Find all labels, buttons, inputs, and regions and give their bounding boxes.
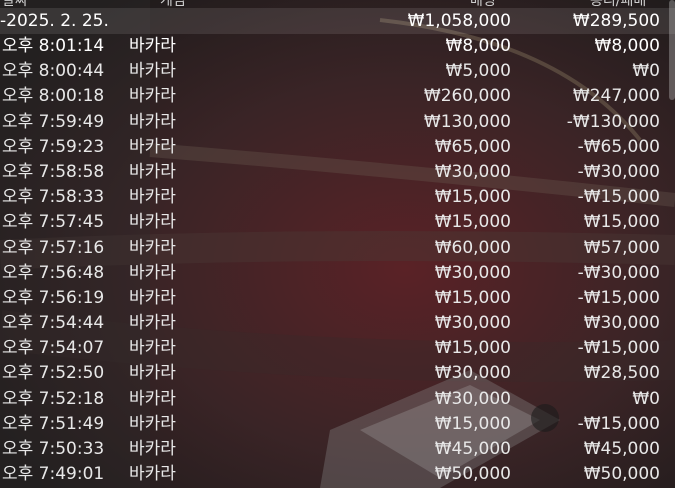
date-group-result-total: ₩289,500 [572,11,660,31]
table-row[interactable]: 오후 7:49:01 바카라 ₩50,000 ₩50,000 [0,462,675,487]
table-row[interactable]: 오후 7:56:48 바카라 ₩30,000 -₩30,000 [0,261,675,286]
row-time: 오후 7:51:49 [2,413,105,434]
row-time: 오후 7:52:50 [2,363,105,384]
row-time: 오후 7:57:16 [2,237,105,258]
row-result: -₩15,000 [577,413,660,434]
table-row[interactable]: 오후 7:50:33 바카라 ₩45,000 ₩45,000 [0,437,675,462]
bet-history-panel: 날짜 게임 배팅 승리/패배 -2025. 2. 25. ₩1,058,000 … [0,0,675,488]
row-time: 오후 8:01:14 [2,36,105,56]
row-result: ₩247,000 [572,86,660,107]
row-result: ₩28,500 [583,363,660,384]
row-result: ₩0 [632,388,660,409]
row-result: ₩0 [632,61,660,82]
row-game: 바카라 [129,363,176,384]
history-list: 오후 8:01:14 바카라 ₩8,000 ₩8,000 오후 8:00:44 바카라 ₩… [0,34,675,487]
table-row[interactable]: 오후 7:52:50 바카라 ₩30,000 ₩28,500 [0,361,675,386]
table-row[interactable]: 오후 7:57:16 바카라 ₩60,000 ₩57,000 [0,236,675,261]
row-time: 오후 7:59:23 [2,136,105,157]
row-game: 바카라 [129,388,176,409]
row-bet: ₩15,000 [434,413,511,434]
row-time: 오후 7:56:19 [2,287,105,308]
row-time: 오후 8:00:44 [2,61,105,82]
row-result: ₩15,000 [583,212,660,233]
row-bet: ₩65,000 [434,136,511,157]
row-result: ₩8,000 [594,36,660,56]
table-row[interactable]: 오후 7:58:58 바카라 ₩30,000 -₩30,000 [0,160,675,185]
row-bet: ₩30,000 [434,262,511,283]
row-time: 오후 7:58:33 [2,187,105,208]
row-game: 바카라 [129,111,176,132]
row-bet: ₩30,000 [434,161,511,182]
date-group-label: -2025. 2. 25. [0,11,109,31]
row-result: -₩15,000 [577,338,660,359]
table-row[interactable]: 오후 7:52:18 바카라 ₩30,000 ₩0 [0,387,675,412]
row-bet: ₩30,000 [434,313,511,334]
row-game: 바카라 [129,262,176,283]
row-time: 오후 7:49:01 [2,464,105,485]
row-time: 오후 7:50:33 [2,439,105,459]
row-bet: ₩15,000 [434,212,511,233]
row-result: ₩57,000 [583,237,660,258]
table-row[interactable]: 오후 8:00:18 바카라 ₩260,000 ₩247,000 [0,84,675,109]
row-game: 바카라 [129,287,176,308]
row-game: 바카라 [129,338,176,359]
row-game: 바카라 [129,161,176,182]
row-game: 바카라 [129,464,176,485]
row-result: -₩30,000 [577,161,660,182]
row-bet: ₩15,000 [434,187,511,208]
row-result: ₩30,000 [583,313,660,334]
row-bet: ₩8,000 [445,36,511,56]
row-time: 오후 7:54:44 [2,313,105,334]
row-bet: ₩15,000 [434,338,511,359]
table-row[interactable]: 오후 8:01:14 바카라 ₩8,000 ₩8,000 [0,34,675,59]
table-row[interactable]: 오후 8:00:44 바카라 ₩5,000 ₩0 [0,59,675,84]
row-game: 바카라 [129,212,176,233]
row-game: 바카라 [129,237,176,258]
table-row[interactable]: 오후 7:54:07 바카라 ₩15,000 -₩15,000 [0,336,675,361]
row-bet: ₩30,000 [434,388,511,409]
row-result: ₩50,000 [583,464,660,485]
table-row[interactable]: 오후 7:54:44 바카라 ₩30,000 ₩30,000 [0,311,675,336]
row-time: 오후 7:58:58 [2,161,105,182]
table-row[interactable]: 오후 7:56:19 바카라 ₩15,000 -₩15,000 [0,286,675,311]
row-game: 바카라 [129,413,176,434]
row-game: 바카라 [129,439,176,459]
row-bet: ₩130,000 [423,111,511,132]
row-time: 오후 7:57:45 [2,212,105,233]
row-bet: ₩5,000 [445,61,511,82]
row-time: 오후 7:52:18 [2,388,105,409]
table-row[interactable]: 오후 7:57:45 바카라 ₩15,000 ₩15,000 [0,210,675,235]
row-game: 바카라 [129,36,176,56]
row-game: 바카라 [129,313,176,334]
row-game: 바카라 [129,136,176,157]
row-bet: ₩50,000 [434,464,511,485]
table-row[interactable]: 오후 7:58:33 바카라 ₩15,000 -₩15,000 [0,185,675,210]
scrollbar-thumb[interactable] [669,0,675,100]
row-time: 오후 8:00:18 [2,86,105,107]
row-bet: ₩45,000 [434,439,511,459]
row-game: 바카라 [129,86,176,107]
row-time: 오후 7:59:49 [2,111,105,132]
row-bet: ₩60,000 [434,237,511,258]
row-game: 바카라 [129,61,176,82]
row-result: -₩15,000 [577,187,660,208]
row-bet: ₩15,000 [434,287,511,308]
table-row[interactable]: 오후 7:59:49 바카라 ₩130,000 -₩130,000 [0,110,675,135]
row-result: -₩15,000 [577,287,660,308]
row-time: 오후 7:54:07 [2,338,105,359]
row-bet: ₩30,000 [434,363,511,384]
date-group-row[interactable]: -2025. 2. 25. ₩1,058,000 ₩289,500 [0,8,675,34]
row-result: -₩65,000 [577,136,660,157]
row-bet: ₩260,000 [423,86,511,107]
row-result: -₩130,000 [566,111,660,132]
row-result: ₩45,000 [583,439,660,459]
row-game: 바카라 [129,187,176,208]
table-header: 날짜 게임 배팅 승리/패배 [0,0,675,9]
table-row[interactable]: 오후 7:59:23 바카라 ₩65,000 -₩65,000 [0,135,675,160]
row-time: 오후 7:56:48 [2,262,105,283]
row-result: -₩30,000 [577,262,660,283]
date-group-bet-total: ₩1,058,000 [407,11,511,31]
table-row[interactable]: 오후 7:51:49 바카라 ₩15,000 -₩15,000 [0,412,675,437]
